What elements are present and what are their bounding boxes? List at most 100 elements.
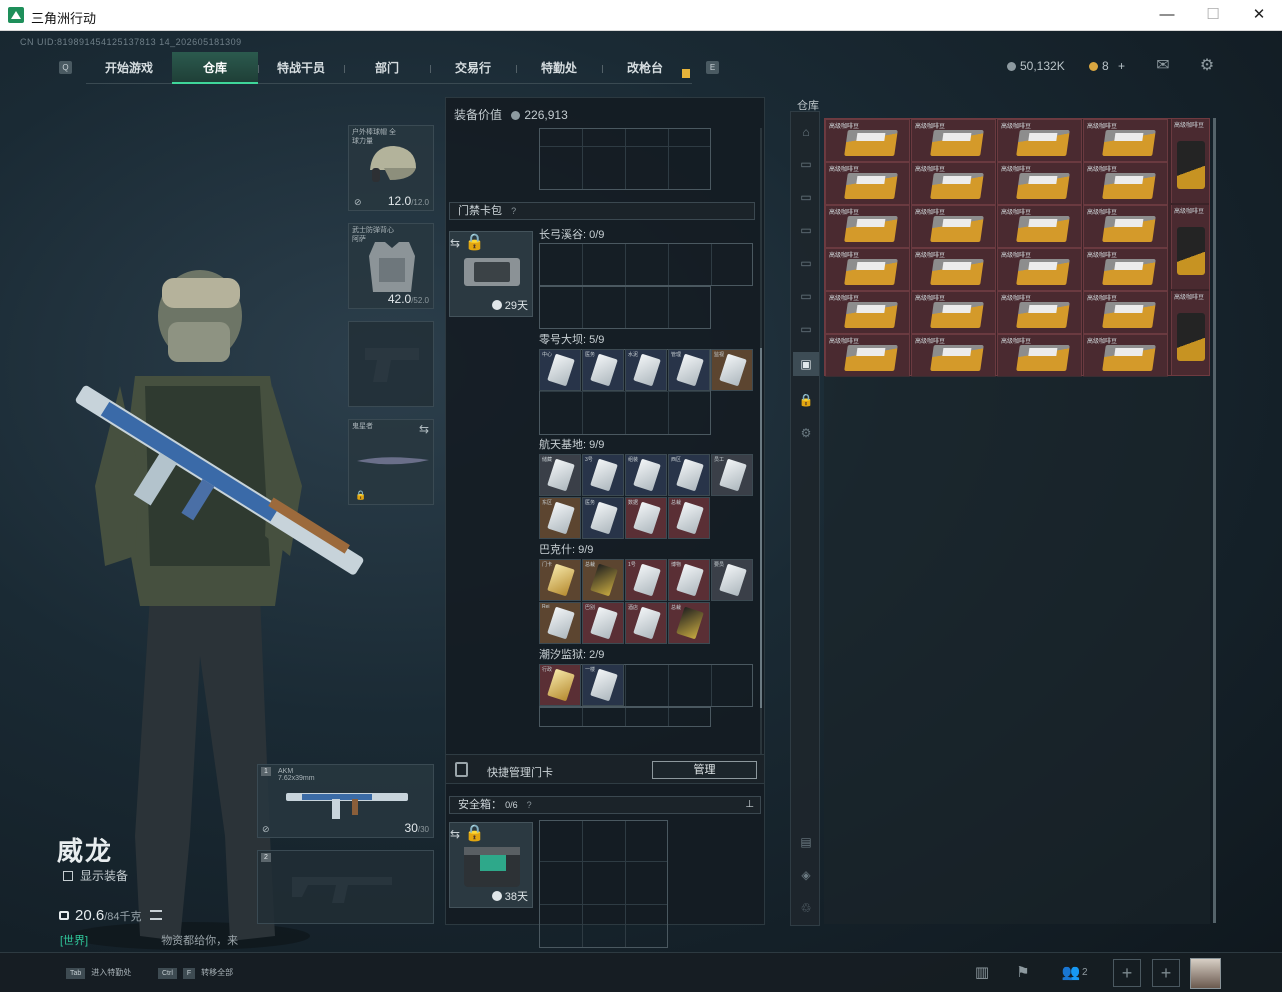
warehouse-item[interactable]: 高级咖啡豆 [911, 162, 996, 205]
show-gear-checkbox[interactable] [63, 871, 73, 881]
keycard-item[interactable]: 监视 [711, 349, 753, 391]
tab-page-2-icon[interactable]: ▭ [798, 189, 814, 205]
warehouse-item[interactable]: 高级咖啡豆 [911, 291, 996, 334]
hint-transfer-all[interactable]: Ctrl F 转移全部 [158, 967, 233, 979]
keycard-item[interactable]: 数据 [625, 497, 667, 539]
layers-icon[interactable]: ◈ [798, 867, 814, 883]
warehouse-item[interactable]: 高级咖啡豆 [997, 205, 1082, 248]
warehouse-item[interactable]: 高级咖啡豆 [1083, 334, 1168, 377]
armor-slot[interactable]: 武士防弹背心 阿萨 42.0/52.0 [348, 223, 434, 309]
warehouse-item[interactable]: 高级咖啡豆 [825, 248, 910, 291]
tab-department[interactable]: 部门 [344, 52, 430, 84]
friends-icon[interactable]: 👥 [1060, 962, 1082, 984]
keycard-item[interactable]: 行政 [539, 664, 581, 706]
sort-icon[interactable]: ▤ [798, 834, 814, 850]
warehouse-item[interactable]: 高级咖啡豆 [825, 162, 910, 205]
warehouse-item[interactable]: 高级咖啡豆 [825, 205, 910, 248]
invite-slot-button[interactable]: + [1152, 959, 1180, 987]
keycard-grid-longbow-row2[interactable] [539, 286, 711, 329]
keycard-grid-longbow-row1[interactable] [539, 243, 753, 286]
tab-page-6-icon[interactable]: ▭ [798, 321, 814, 337]
cardbag-container[interactable]: ⇆ 🔒 29天 [449, 231, 533, 317]
warehouse-item[interactable]: 高级咖啡豆 [911, 334, 996, 377]
keycard-item[interactable]: 总裁 [668, 602, 710, 644]
help-icon[interactable]: ? [511, 206, 516, 216]
warehouse-item[interactable]: 高级咖啡豆 [911, 205, 996, 248]
safebox-container[interactable]: ⇆ 🔒 38天 [449, 822, 533, 908]
secondary-weapon-slot[interactable]: 2 [257, 850, 434, 924]
keycard-item[interactable]: Rei [539, 602, 581, 644]
keycard-item[interactable]: 组装 [625, 454, 667, 496]
warehouse-item[interactable]: 高级咖啡豆 [911, 248, 996, 291]
maximize-button[interactable]: ☐ [1190, 0, 1236, 30]
warehouse-item[interactable]: 高级咖啡豆 [1083, 205, 1168, 248]
keycard-item[interactable]: 管理 [668, 349, 710, 391]
safebox-grid[interactable] [539, 820, 668, 948]
flag-icon[interactable]: ⚑ [1012, 962, 1034, 984]
keycard-item[interactable]: 总裁 [582, 559, 624, 601]
warehouse-item[interactable]: 高级咖啡豆 [997, 162, 1082, 205]
tab-page-3-icon[interactable]: ▭ [798, 222, 814, 238]
warehouse-item[interactable]: 高级咖啡豆 [997, 334, 1082, 377]
keycard-item[interactable]: 博物 [668, 559, 710, 601]
settings-gear-icon[interactable]: ⚙ [1197, 56, 1217, 76]
warehouse-item[interactable]: 高级咖啡豆 [1083, 291, 1168, 334]
add-currency-button[interactable]: + [1118, 59, 1125, 73]
mail-icon[interactable]: ✉ [1153, 56, 1173, 76]
primary-weapon-slot[interactable]: 1 AKM 7.62x39mm ⊘ 30/30 [257, 764, 434, 838]
warehouse-item[interactable]: 高级咖啡豆 [825, 291, 910, 334]
keycard-item[interactable]: 储藏 [539, 454, 581, 496]
keycard-item[interactable]: 3号 [582, 454, 624, 496]
manage-button[interactable]: 管理 [652, 761, 757, 779]
tab-special-ops[interactable]: 特勤处 [516, 52, 602, 84]
warehouse-settings-icon[interactable]: ⚙ [798, 425, 814, 441]
warehouse-item[interactable]: 高级咖啡豆 [997, 291, 1082, 334]
warehouse-home-icon[interactable]: ⌂ [798, 124, 814, 140]
nav-next-key[interactable]: E [706, 61, 719, 74]
keycard-item[interactable]: 一楼 [582, 664, 624, 706]
tab-gunsmith[interactable]: 改枪台 [602, 52, 688, 84]
keycard-item[interactable]: 中心 [539, 349, 581, 391]
swap-icon[interactable]: ⇆ [450, 236, 460, 250]
swap-icon[interactable]: ⇆ [419, 422, 429, 436]
keycard-item[interactable]: 医务 [582, 349, 624, 391]
warehouse-item-bag[interactable]: 高级咖啡豆 [1171, 205, 1209, 289]
pin-icon[interactable]: ⊥ [745, 797, 754, 813]
player-avatar[interactable] [1190, 958, 1221, 989]
warehouse-item[interactable]: 高级咖啡豆 [1083, 162, 1168, 205]
pistol-slot-empty[interactable] [348, 321, 434, 407]
keycard-item[interactable]: 员工 [711, 454, 753, 496]
warehouse-item[interactable]: 高级咖啡豆 [1083, 248, 1168, 291]
chat-preview[interactable]: [世界] 物资都给你，来 [60, 932, 238, 948]
close-button[interactable]: ✕ [1236, 0, 1282, 30]
tab-market[interactable]: 交易行 [430, 52, 516, 84]
warehouse-item[interactable]: 高级咖啡豆 [825, 334, 910, 377]
helmet-slot[interactable]: 户外棒球帽 全球力量 ⊘ 12.0/12.0 [348, 125, 434, 211]
keycard-item[interactable]: 西区 [668, 454, 710, 496]
show-gear-toggle[interactable]: 显示装备 [63, 867, 128, 884]
gold-currency[interactable]: 8 + [1089, 59, 1125, 73]
warehouse-item[interactable]: 高级咖啡豆 [1083, 119, 1168, 162]
keycard-item[interactable]: 总裁 [668, 497, 710, 539]
keycard-item[interactable]: 酒店 [625, 602, 667, 644]
locked-tab-icon[interactable]: 🔒 [798, 392, 814, 408]
cardbag-scrollbar[interactable] [760, 348, 762, 708]
tab-start-game[interactable]: 开始游戏 [86, 52, 172, 84]
warehouse-scrollbar[interactable] [1213, 118, 1216, 923]
warehouse-item[interactable]: 高级咖啡豆 [997, 119, 1082, 162]
warehouse-item[interactable]: 高级咖啡豆 [825, 119, 910, 162]
warehouse-item-bag[interactable]: 高级咖啡豆 [1171, 291, 1209, 375]
tab-page-4-icon[interactable]: ▭ [798, 255, 814, 271]
warehouse-item[interactable]: 高级咖啡豆 [997, 248, 1082, 291]
hint-special-ops[interactable]: Tab 进入特勤处 [66, 967, 131, 979]
tab-page-1-icon[interactable]: ▭ [798, 156, 814, 172]
nav-prev-key[interactable]: Q [59, 61, 72, 74]
warehouse-item[interactable]: 高级咖啡豆 [911, 119, 996, 162]
tab-page-5-icon[interactable]: ▭ [798, 288, 814, 304]
backpack-grid-tail[interactable] [539, 128, 711, 190]
keycard-item[interactable]: 巴别 [582, 602, 624, 644]
tab-warehouse[interactable]: 仓库 [172, 52, 258, 84]
keycard-grid-tide-row2[interactable] [539, 707, 711, 727]
stats-chart-icon[interactable]: ▥ [971, 962, 993, 984]
help-icon[interactable]: ? [527, 800, 532, 810]
